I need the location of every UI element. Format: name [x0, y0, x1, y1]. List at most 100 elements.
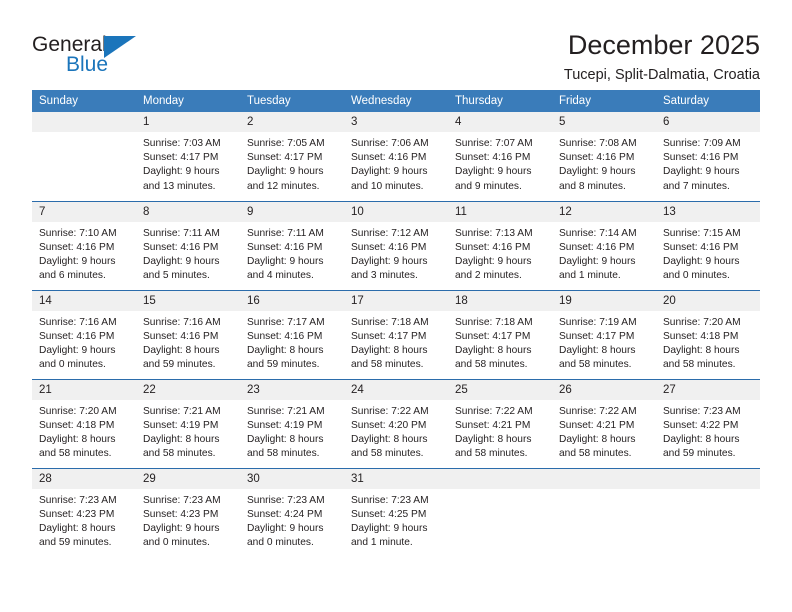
day-sun-info: Sunrise: 7:14 AM Sunset: 4:16 PM Daylight:…: [552, 222, 656, 284]
daylight-text: and 9 minutes.: [455, 180, 522, 192]
calendar-day-cell[interactable]: 28 Sunrise: 7:23 AM Sunset: 4:23 PM Dayligh…: [32, 467, 136, 557]
daylight-text: Daylight: 9 hours: [455, 166, 532, 178]
daylight-text: Daylight: 9 hours: [247, 166, 324, 178]
weekday-header-sunday: Sunday: [32, 90, 136, 112]
calendar-day-cell[interactable]: 12 Sunrise: 7:14 AM Sunset: 4:16 PM Dayligh…: [552, 200, 656, 290]
calendar-day-cell[interactable]: 16 Sunrise: 7:17 AM Sunset: 4:16 PM Dayligh…: [240, 289, 344, 379]
sunset-text: Sunset: 4:19 PM: [247, 419, 323, 431]
calendar-day-cell[interactable]: 14 Sunrise: 7:16 AM Sunset: 4:16 PM Dayligh…: [32, 289, 136, 379]
calendar-day-cell[interactable]: 15 Sunrise: 7:16 AM Sunset: 4:16 PM Dayligh…: [136, 289, 240, 379]
sunrise-text: Sunrise: 7:12 AM: [351, 227, 429, 239]
calendar-day-cell[interactable]: 8 Sunrise: 7:11 AM Sunset: 4:16 PM Daylight…: [136, 200, 240, 290]
day-number: 15: [136, 290, 240, 311]
sunrise-text: Sunrise: 7:08 AM: [559, 138, 637, 149]
sunrise-text: Sunrise: 7:10 AM: [39, 227, 117, 239]
day-number: 16: [240, 290, 344, 311]
day-number: 24: [344, 379, 448, 400]
calendar-day-cell[interactable]: 24 Sunrise: 7:22 AM Sunset: 4:20 PM Dayligh…: [344, 378, 448, 468]
sunrise-text: Sunrise: 7:06 AM: [351, 138, 429, 149]
sunrise-text: Sunrise: 7:03 AM: [143, 138, 221, 149]
calendar-day-cell[interactable]: 29 Sunrise: 7:23 AM Sunset: 4:23 PM Dayligh…: [136, 467, 240, 557]
calendar-day-cell[interactable]: 5 Sunrise: 7:08 AM Sunset: 4:16 PM Daylight…: [552, 112, 656, 201]
day-number: 13: [656, 201, 760, 222]
daylight-text: Daylight: 9 hours: [455, 255, 532, 267]
calendar-day-cell[interactable]: 7 Sunrise: 7:10 AM Sunset: 4:16 PM Daylight…: [32, 200, 136, 290]
calendar-day-cell[interactable]: 22 Sunrise: 7:21 AM Sunset: 4:19 PM Dayligh…: [136, 378, 240, 468]
sunrise-text: Sunrise: 7:23 AM: [247, 494, 325, 506]
day-number: 3: [344, 112, 448, 132]
calendar-page: General Blue December 2025 Tucepi, Split…: [0, 0, 792, 612]
day-sun-info: Sunrise: 7:23 AM Sunset: 4:23 PM Daylight:…: [32, 489, 136, 551]
location-subtitle: Tucepi, Split-Dalmatia, Croatia: [563, 67, 760, 84]
calendar-day-cell[interactable]: 9 Sunrise: 7:11 AM Sunset: 4:16 PM Daylight…: [240, 200, 344, 290]
day-sun-info: Sunrise: 7:05 AM Sunset: 4:17 PM Daylight:…: [240, 132, 344, 194]
calendar-day-cell[interactable]: 21 Sunrise: 7:20 AM Sunset: 4:18 PM Dayligh…: [32, 378, 136, 468]
day-number: 9: [240, 201, 344, 222]
calendar-day-cell[interactable]: 19 Sunrise: 7:19 AM Sunset: 4:17 PM Dayligh…: [552, 289, 656, 379]
calendar-day-cell[interactable]: 1 Sunrise: 7:03 AM Sunset: 4:17 PM Daylight…: [136, 112, 240, 201]
day-number: 27: [656, 379, 760, 400]
calendar-body: 1 Sunrise: 7:03 AM Sunset: 4:17 PM Daylight…: [32, 112, 760, 557]
calendar-grid: Sunday Monday Tuesday Wednesday Thursday…: [32, 90, 760, 557]
sunrise-text: Sunrise: 7:05 AM: [247, 138, 325, 149]
calendar-day-cell[interactable]: 2 Sunrise: 7:05 AM Sunset: 4:17 PM Daylight…: [240, 112, 344, 201]
sunset-text: Sunset: 4:16 PM: [663, 152, 739, 164]
header-titles: December 2025 Tucepi, Split-Dalmatia, Cr…: [564, 30, 760, 83]
calendar-day-cell[interactable]: 4 Sunrise: 7:07 AM Sunset: 4:16 PM Daylight…: [448, 112, 552, 201]
calendar-day-cell[interactable]: 26 Sunrise: 7:22 AM Sunset: 4:21 PM Dayligh…: [552, 378, 656, 468]
daylight-text: Daylight: 8 hours: [351, 344, 428, 356]
calendar-day-cell[interactable]: 27 Sunrise: 7:23 AM Sunset: 4:22 PM Dayligh…: [656, 378, 760, 468]
daylight-text: and 58 minutes.: [455, 359, 528, 371]
calendar-day-cell[interactable]: 25 Sunrise: 7:22 AM Sunset: 4:21 PM Dayligh…: [448, 378, 552, 468]
day-sun-info: Sunrise: 7:20 AM Sunset: 4:18 PM Daylight:…: [32, 400, 136, 462]
daylight-text: Daylight: 8 hours: [143, 344, 220, 356]
sunset-text: Sunset: 4:17 PM: [143, 152, 219, 164]
general-blue-logo[interactable]: General Blue: [32, 30, 152, 78]
sunset-text: Sunset: 4:16 PM: [559, 241, 635, 253]
day-number: 20: [656, 290, 760, 311]
day-number: 25: [448, 379, 552, 400]
daylight-text: Daylight: 9 hours: [351, 166, 428, 178]
sunset-text: Sunset: 4:24 PM: [247, 508, 323, 520]
calendar-day-cell[interactable]: 3 Sunrise: 7:06 AM Sunset: 4:16 PM Daylight…: [344, 112, 448, 201]
daylight-text: Daylight: 8 hours: [559, 344, 636, 356]
daylight-text: Daylight: 8 hours: [39, 522, 116, 534]
sunrise-text: Sunrise: 7:23 AM: [351, 494, 429, 506]
calendar-day-cell[interactable]: 30 Sunrise: 7:23 AM Sunset: 4:24 PM Dayligh…: [240, 467, 344, 557]
sunset-text: Sunset: 4:18 PM: [39, 419, 115, 431]
calendar-day-cell[interactable]: 31 Sunrise: 7:23 AM Sunset: 4:25 PM Dayligh…: [344, 467, 448, 557]
logo-triangle-icon: [104, 36, 136, 58]
calendar-day-cell[interactable]: 6 Sunrise: 7:09 AM Sunset: 4:16 PM Daylight…: [656, 112, 760, 201]
day-number: 17: [344, 290, 448, 311]
daylight-text: and 59 minutes.: [663, 448, 736, 460]
calendar-day-cell[interactable]: 23 Sunrise: 7:21 AM Sunset: 4:19 PM Dayligh…: [240, 378, 344, 468]
weekday-header-monday: Monday: [136, 90, 240, 112]
day-number: 10: [344, 201, 448, 222]
sunrise-text: Sunrise: 7:07 AM: [455, 138, 533, 149]
calendar-day-cell[interactable]: 20 Sunrise: 7:20 AM Sunset: 4:18 PM Dayligh…: [656, 289, 760, 379]
calendar-day-cell[interactable]: 17 Sunrise: 7:18 AM Sunset: 4:17 PM Dayligh…: [344, 289, 448, 379]
day-number: 31: [344, 468, 448, 489]
day-sun-info: Sunrise: 7:23 AM Sunset: 4:22 PM Daylight:…: [656, 400, 760, 462]
sunset-text: Sunset: 4:22 PM: [663, 419, 739, 431]
daylight-text: Daylight: 9 hours: [559, 166, 636, 178]
calendar-week-row: 14 Sunrise: 7:16 AM Sunset: 4:16 PM Dayligh…: [32, 289, 760, 379]
daylight-text: Daylight: 9 hours: [351, 255, 428, 267]
sunrise-text: Sunrise: 7:15 AM: [663, 227, 741, 239]
daylight-text: Daylight: 8 hours: [247, 433, 324, 445]
day-sun-info: Sunrise: 7:22 AM Sunset: 4:21 PM Daylight:…: [552, 400, 656, 462]
sunset-text: Sunset: 4:23 PM: [39, 508, 115, 520]
sunset-text: Sunset: 4:16 PM: [663, 241, 739, 253]
daylight-text: and 1 minute.: [351, 537, 413, 549]
calendar-day-cell[interactable]: 18 Sunrise: 7:18 AM Sunset: 4:17 PM Dayligh…: [448, 289, 552, 379]
calendar-day-cell[interactable]: 11 Sunrise: 7:13 AM Sunset: 4:16 PM Dayligh…: [448, 200, 552, 290]
day-sun-info: Sunrise: 7:10 AM Sunset: 4:16 PM Daylight:…: [32, 222, 136, 284]
day-number: 11: [448, 201, 552, 222]
sunrise-text: Sunrise: 7:23 AM: [39, 494, 117, 506]
day-sun-info: Sunrise: 7:07 AM Sunset: 4:16 PM Daylight:…: [448, 132, 552, 194]
calendar-day-cell[interactable]: 10 Sunrise: 7:12 AM Sunset: 4:16 PM Dayligh…: [344, 200, 448, 290]
sunset-text: Sunset: 4:20 PM: [351, 419, 427, 431]
sunrise-text: Sunrise: 7:17 AM: [247, 316, 325, 328]
calendar-day-cell[interactable]: 13 Sunrise: 7:15 AM Sunset: 4:16 PM Dayligh…: [656, 200, 760, 290]
day-number: 18: [448, 290, 552, 311]
